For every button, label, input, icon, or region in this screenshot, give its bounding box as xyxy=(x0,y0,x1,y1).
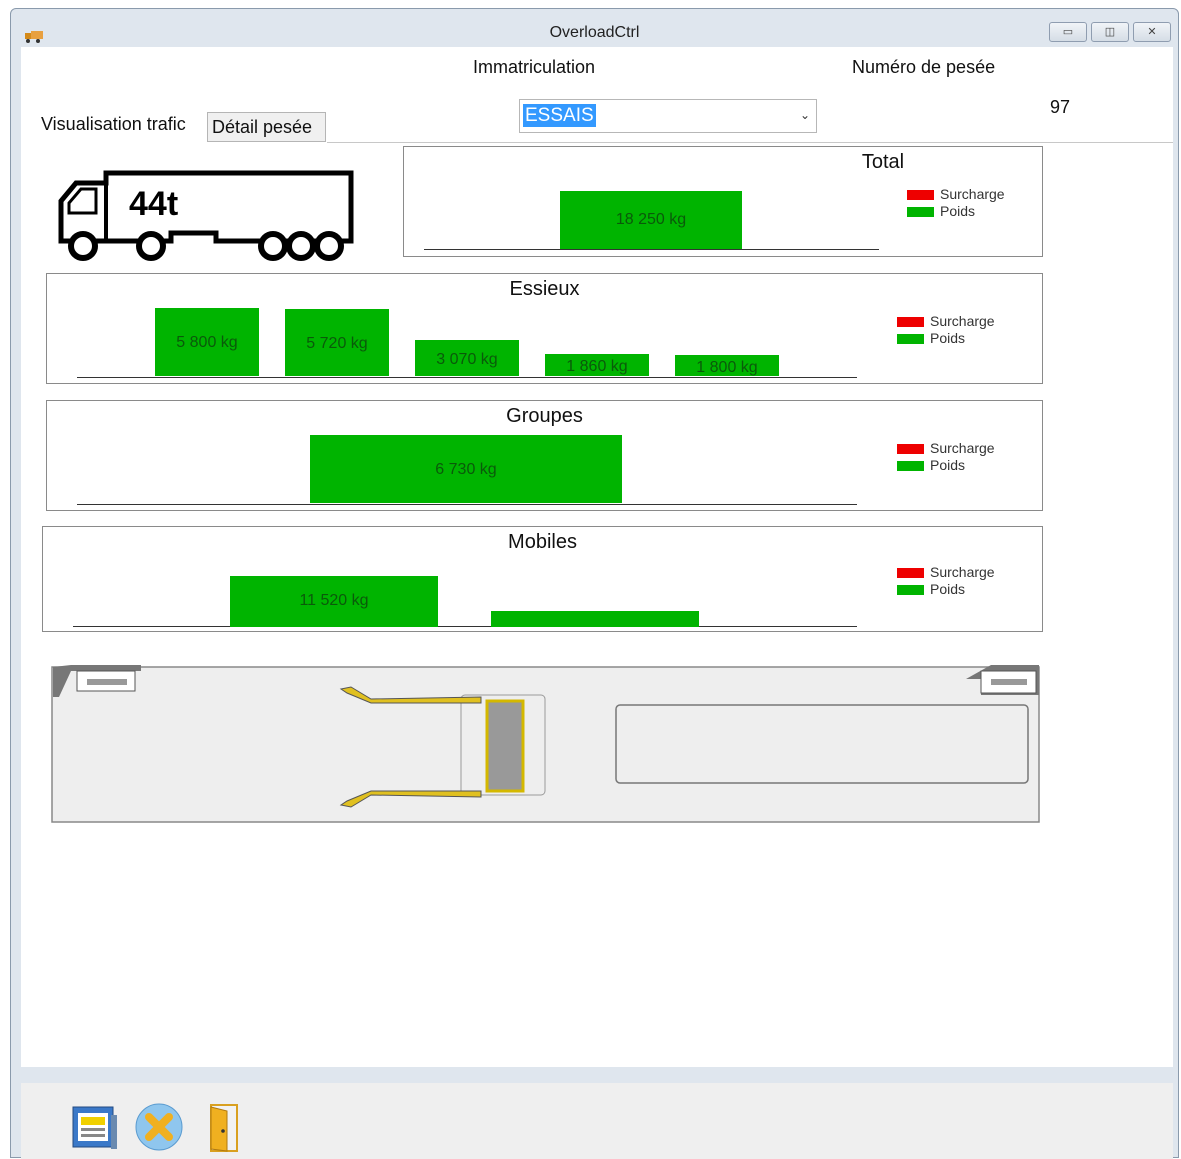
surcharge-swatch xyxy=(897,568,924,578)
groupes-title: Groupes xyxy=(506,405,583,427)
groupes-baseline xyxy=(77,504,857,505)
essieux-baseline xyxy=(77,377,857,378)
maximize-button[interactable]: ◫ xyxy=(1091,22,1129,42)
essieu-bar-1: 5 800 kg xyxy=(155,308,259,376)
legend-surcharge: Surcharge xyxy=(930,313,995,329)
groupes-chart-panel: Groupes 6 730 kg Surcharge Poids xyxy=(46,400,1043,511)
groupe-bar-1-label: 6 730 kg xyxy=(435,461,497,478)
minimize-button[interactable]: ▭ xyxy=(1049,22,1087,42)
truck-44t-icon: 44t xyxy=(58,170,354,261)
total-title: Total xyxy=(861,151,905,173)
surcharge-swatch xyxy=(907,190,934,200)
essieu-bar-5: 1 800 kg xyxy=(675,355,779,376)
essieu-bar-4-label: 1 860 kg xyxy=(566,358,628,375)
immatriculation-value: ESSAIS xyxy=(523,104,596,127)
window-title: OverloadCtrl xyxy=(549,24,640,41)
total-chart-panel: Total 18 250 kg Surcharge Poids xyxy=(403,146,1043,257)
essieu-bar-3-label: 3 070 kg xyxy=(436,351,498,368)
truck-label: 44t xyxy=(129,185,178,223)
poids-swatch xyxy=(907,207,934,217)
legend-poids: Poids xyxy=(930,330,966,346)
legend-poids: Poids xyxy=(940,203,976,219)
main-area: Immatriculation ESSAIS ⌄ Numéro de pesée… xyxy=(21,47,1173,1067)
close-button[interactable]: ✕ xyxy=(1133,22,1171,42)
mobiles-title: Mobiles xyxy=(508,531,577,553)
essieu-bar-5-label: 1 800 kg xyxy=(696,359,758,376)
total-baseline xyxy=(424,249,879,250)
bottom-toolbar xyxy=(21,1083,1173,1159)
mobile-bar-2 xyxy=(491,611,699,627)
essieu-bar-2: 5 720 kg xyxy=(285,309,389,376)
surcharge-swatch xyxy=(897,444,924,454)
exit-door-icon[interactable] xyxy=(197,1101,249,1153)
poids-swatch xyxy=(897,334,924,344)
report-icon[interactable] xyxy=(69,1101,121,1153)
essieux-title: Essieux xyxy=(509,278,580,300)
mobiles-baseline xyxy=(73,626,857,627)
legend-surcharge: Surcharge xyxy=(930,564,995,580)
legend-surcharge: Surcharge xyxy=(940,186,1005,202)
chevron-down-icon[interactable]: ⌄ xyxy=(800,108,810,122)
immatriculation-label: Immatriculation xyxy=(473,57,596,77)
surcharge-swatch xyxy=(897,317,924,327)
legend-poids: Poids xyxy=(930,457,966,473)
essieu-bar-3: 3 070 kg xyxy=(415,340,519,376)
total-bar-label: 18 250 kg xyxy=(615,211,687,228)
legend-poids: Poids xyxy=(930,581,966,597)
title-bar: OverloadCtrl ▭ ◫ ✕ xyxy=(11,9,1178,47)
essieux-chart-panel: Essieux 5 800 kg 5 720 kg 3 070 kg 1 860… xyxy=(46,273,1043,384)
app-window: OverloadCtrl ▭ ◫ ✕ Immatriculation ESSAI… xyxy=(10,8,1179,1159)
weighbridge-lane-diagram xyxy=(51,665,1040,823)
legend-surcharge: Surcharge xyxy=(930,440,995,456)
essieu-bar-4: 1 860 kg xyxy=(545,354,649,376)
tab-visualisation-trafic[interactable]: Visualisation trafic xyxy=(31,107,208,145)
mobile-bar-1: 11 520 kg xyxy=(230,576,438,627)
poids-swatch xyxy=(897,461,924,471)
numero-pesee-label: Numéro de pesée xyxy=(852,57,996,77)
numero-pesee-value: 97 xyxy=(1050,97,1071,117)
essieu-bar-1-label: 5 800 kg xyxy=(176,334,238,351)
tab-detail-pesee[interactable]: Détail pesée xyxy=(207,112,326,142)
mobile-bar-1-label: 11 520 kg xyxy=(299,592,369,609)
tab-divider xyxy=(327,142,1173,143)
essieu-bar-2-label: 5 720 kg xyxy=(306,335,368,352)
mobiles-chart-panel: Mobiles 11 520 kg Surcharge Poids xyxy=(42,526,1043,632)
poids-swatch xyxy=(897,585,924,595)
cancel-icon[interactable] xyxy=(133,1101,185,1153)
groupe-bar-1: 6 730 kg xyxy=(310,435,622,503)
immatriculation-select[interactable]: ESSAIS ⌄ xyxy=(519,99,817,133)
total-bar: 18 250 kg xyxy=(560,191,742,249)
